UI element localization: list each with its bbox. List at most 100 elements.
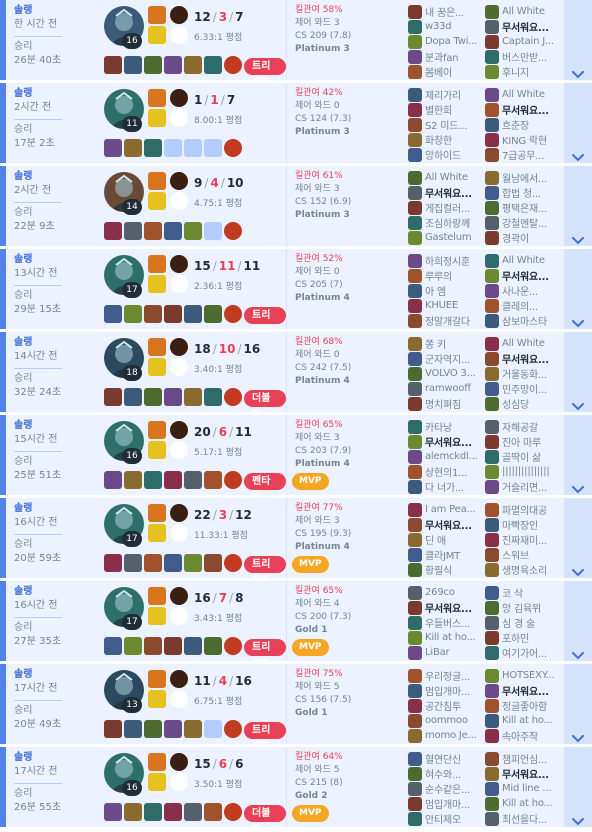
item-icon[interactable] [104,471,122,489]
chevron-down-icon[interactable] [572,562,584,577]
summoner-name[interactable]: 루루의 [425,268,483,283]
summoner-spell-icon[interactable] [148,358,166,376]
rune-icon[interactable] [170,89,188,107]
summoner-spell-icon[interactable] [148,524,166,542]
summoner-name[interactable]: 거슬리면... [502,479,560,494]
item-icon[interactable] [144,305,162,323]
participant[interactable]: 공간침투 [408,698,485,713]
item-icon[interactable] [184,803,202,821]
item-icon[interactable] [124,720,142,738]
participant[interactable]: 명치펴짐 [408,396,485,411]
summoner-name[interactable]: ramwooff [425,383,483,394]
expand-button[interactable] [564,747,592,827]
participant[interactable]: 마빡장인 [485,517,562,532]
rune-icon[interactable] [170,670,188,688]
summoner-name[interactable]: 앙 김육뮈 [502,600,560,615]
summoner-name[interactable]: 군자역지... [425,351,483,366]
item-icon[interactable] [104,637,122,655]
summoner-name[interactable]: 무서워요... [502,102,560,117]
summoner-name[interactable]: 스워브 [502,547,560,562]
item-icon[interactable] [104,56,122,74]
item-icon[interactable] [144,388,162,406]
rune-icon[interactable] [170,172,188,190]
trinket-icon[interactable] [224,56,242,74]
summoner-name[interactable]: 황필식 [425,562,483,577]
item-icon[interactable] [164,139,182,157]
rune-icon[interactable] [170,773,188,791]
match-row[interactable]: 솔랭17시간 전승리20분 49초1311/4/166.75:1 평점트리플킬킬… [0,664,592,753]
participant[interactable]: 무서워요... [408,434,485,449]
participant[interactable]: 클레의... [485,298,562,313]
item-icon[interactable] [184,56,202,74]
item-icon[interactable] [104,554,122,572]
participant[interactable]: HOTSEXY... [485,668,562,683]
participant[interactable]: 무서워요... [485,268,562,283]
summoner-spell-icon[interactable] [148,275,166,293]
rune-icon[interactable] [170,504,188,522]
participant[interactable]: 정말개갈다 [408,313,485,328]
item-icon[interactable] [124,139,142,157]
participant[interactable]: 포하민 [485,630,562,645]
participant[interactable]: 민주망이... [485,381,562,396]
summoner-name[interactable]: 우리정글... [425,668,483,683]
summoner-name[interactable]: 정글좋아함 [502,698,560,713]
expand-button[interactable] [564,415,592,495]
summoner-name[interactable]: 진짜재미... [502,532,560,547]
participant[interactable]: All White [485,336,562,351]
item-icon[interactable] [204,222,222,240]
participant[interactable]: 7급공무... [485,147,562,162]
trinket-icon[interactable] [224,222,242,240]
item-icon[interactable] [204,305,222,323]
participant[interactable]: 혀수와... [408,766,485,781]
chevron-down-icon[interactable] [572,811,584,826]
summoner-name[interactable]: oommoo [425,715,483,726]
participant[interactable]: LiBar [408,645,485,660]
participant[interactable]: 269co [408,585,485,600]
item-icon[interactable] [104,139,122,157]
summoner-name[interactable]: 명치펴짐 [425,396,483,411]
participant[interactable]: 사나운... [485,283,562,298]
summoner-name[interactable]: 다 너가... [425,479,483,494]
expand-button[interactable] [564,83,592,163]
expand-button[interactable] [564,498,592,578]
trinket-icon[interactable] [224,305,242,323]
summoner-name[interactable]: 포하민 [502,630,560,645]
item-icon[interactable] [184,222,202,240]
summoner-name[interactable]: 내 꿈은... [425,4,483,19]
summoner-spell-icon[interactable] [148,89,166,107]
summoner-spell-icon[interactable] [148,6,166,24]
summoner-name[interactable]: 멈입개마... [425,683,483,698]
summoner-name[interactable]: 무서워요... [425,185,483,200]
summoner-name[interactable]: 공간침투 [425,698,483,713]
summoner-name[interactable]: 무서워요... [502,19,560,34]
participant[interactable]: 쫑 키 [408,336,485,351]
summoner-spell-icon[interactable] [148,690,166,708]
summoner-name[interactable]: 평택은재... [502,200,560,215]
participant[interactable]: 하희정시훈 [408,253,485,268]
item-icon[interactable] [124,554,142,572]
summoner-name[interactable]: Gastelum [425,232,483,243]
summoner-name[interactable]: KHUEE [425,300,483,311]
participant[interactable]: 자해공갈 [485,419,562,434]
participant[interactable]: 카타낭 [408,419,485,434]
summoner-name[interactable]: 클레의... [502,298,560,313]
summoner-name[interactable]: 아 엠 [425,283,483,298]
summoner-name[interactable]: 월남에서... [502,170,560,185]
participant[interactable]: 진짜재미... [485,532,562,547]
participant[interactable]: alemckdl... [408,449,485,464]
item-icon[interactable] [164,388,182,406]
participant[interactable]: 경곽이 [485,230,562,245]
item-icon[interactable] [204,637,222,655]
participant[interactable]: 합법 청... [485,185,562,200]
participant[interactable]: 별한희 [408,102,485,117]
participant[interactable]: VOLVO 3... [408,366,485,381]
summoner-spell-icon[interactable] [148,753,166,771]
summoner-name[interactable]: 봄베이 [425,64,483,79]
participant[interactable]: All White [485,87,562,102]
item-icon[interactable] [124,222,142,240]
match-row[interactable]: 솔랭 2시간 전 승리 22분 9초 14 9/4/10 4.75:1 평점 킬관여 61% 제… [0,166,592,246]
summoner-name[interactable]: 합법 청... [502,185,560,200]
participant[interactable]: 생명육소리 [485,562,562,577]
summoner-name[interactable]: 무서워요... [502,766,560,781]
participant[interactable]: 앙하이드 [408,147,485,162]
